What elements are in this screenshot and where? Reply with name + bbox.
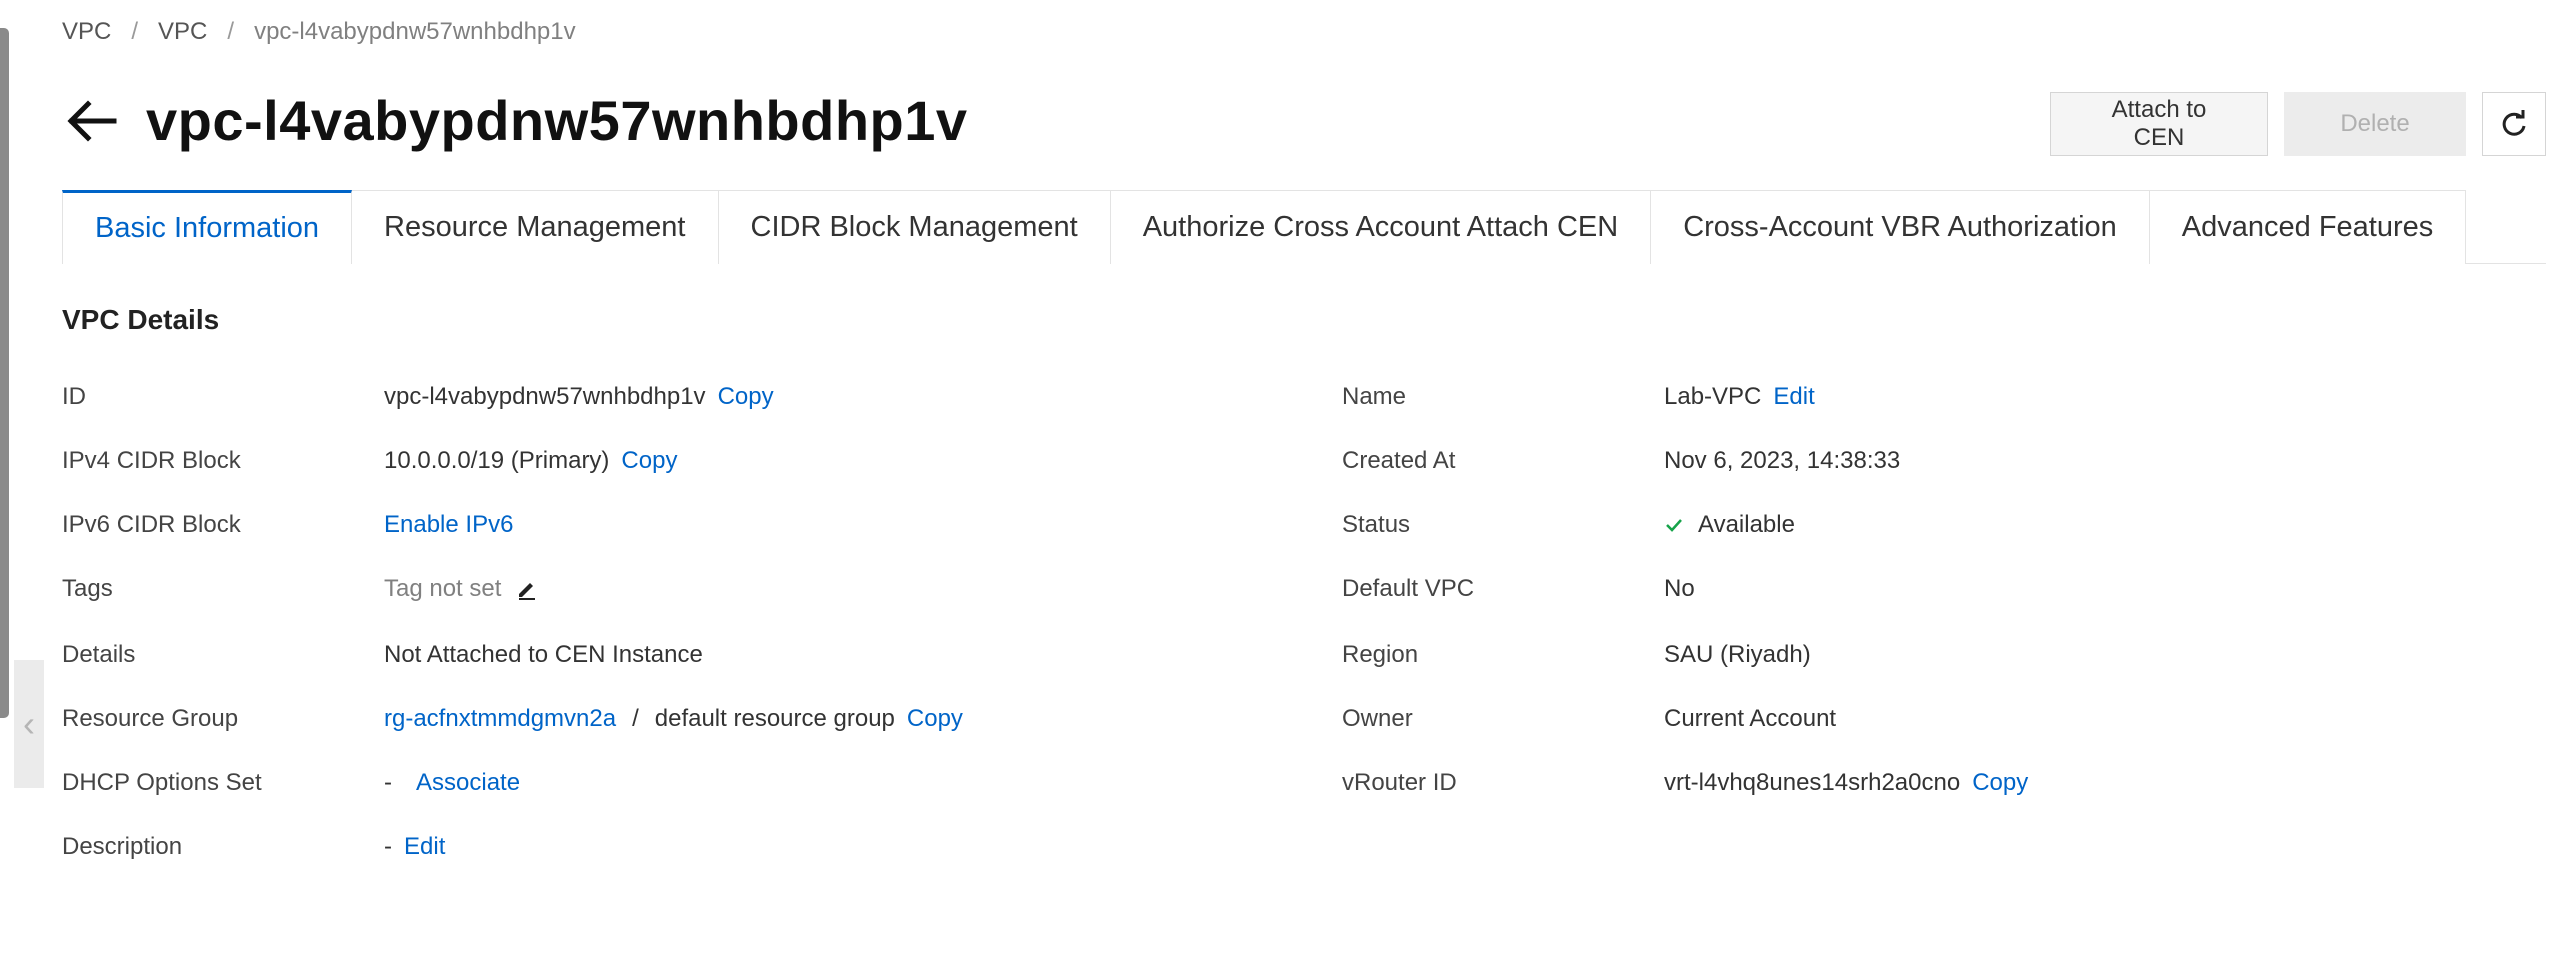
status-value-group: Available bbox=[1664, 511, 1795, 539]
tab-cidr-block-management[interactable]: CIDR Block Management bbox=[717, 190, 1111, 264]
vrouter-id-value: vrt-l4vhq8unes14srh2a0cno bbox=[1664, 769, 1961, 796]
page-title: vpc-l4vabypdnw57wnhbdhp1v bbox=[146, 89, 968, 152]
dhcp-options-value: - bbox=[384, 769, 392, 796]
edit-name-link[interactable]: Edit bbox=[1773, 383, 1814, 411]
delete-button[interactable]: Delete bbox=[2284, 92, 2466, 156]
resource-group-link[interactable]: rg-acfnxtmmdgmvn2a bbox=[384, 705, 616, 733]
collapse-sidebar-button[interactable]: ‹ bbox=[14, 660, 44, 788]
ipv4-cidr-value: 10.0.0.0/19 (Primary) bbox=[384, 447, 610, 474]
owner-value: Current Account bbox=[1664, 705, 1837, 732]
tab-basic-information[interactable]: Basic Information bbox=[62, 190, 353, 265]
copy-vrouter-id-link[interactable]: Copy bbox=[1972, 769, 2028, 797]
id-value-group: vpc-l4vabypdnw57wnhbdhp1v Copy bbox=[384, 383, 774, 411]
breadcrumb-item-current: vpc-l4vabypdnw57wnhbdhp1v bbox=[254, 18, 576, 45]
detail-row: Resource Group rg-acfnxtmmdgmvn2a / defa… bbox=[62, 694, 2522, 744]
dhcp-options-label: DHCP Options Set bbox=[62, 769, 262, 796]
ipv6-cidr-label: IPv6 CIDR Block bbox=[62, 511, 241, 538]
detail-row: DHCP Options Set - Associate vRouter ID … bbox=[62, 758, 2522, 808]
breadcrumb-separator: / bbox=[227, 18, 235, 45]
chevron-left-icon: ‹ bbox=[23, 703, 35, 744]
edit-description-link[interactable]: Edit bbox=[404, 833, 445, 861]
copy-resource-group-link[interactable]: Copy bbox=[907, 705, 963, 733]
breadcrumb-separator: / bbox=[131, 18, 139, 45]
breadcrumb-item-vpc[interactable]: VPC bbox=[158, 18, 207, 46]
section-title: VPC Details bbox=[62, 304, 220, 335]
name-value: Lab-VPC bbox=[1664, 383, 1762, 410]
dhcp-options-value-group: - Associate bbox=[384, 769, 520, 797]
enable-ipv6-link[interactable]: Enable IPv6 bbox=[384, 511, 513, 539]
detail-row: IPv6 CIDR Block Enable IPv6 Status Avail… bbox=[62, 500, 2522, 550]
resource-group-separator: / bbox=[632, 705, 639, 732]
id-label: ID bbox=[62, 383, 86, 410]
detail-row: Description - Edit bbox=[62, 822, 2522, 872]
created-at-label: Created At bbox=[1342, 447, 1456, 474]
tab-bar: Basic Information Resource Management CI… bbox=[62, 190, 2546, 265]
vrouter-id-value-group: vrt-l4vhq8unes14srh2a0cno Copy bbox=[1664, 769, 2028, 797]
ipv6-cidr-value-group: Enable IPv6 bbox=[384, 511, 513, 539]
window-scrollbar[interactable] bbox=[0, 0, 12, 976]
tags-label: Tags bbox=[62, 575, 113, 602]
detail-row: Tags Tag not set Default VPC No bbox=[62, 564, 2522, 614]
default-vpc-value: No bbox=[1664, 575, 1695, 602]
description-label: Description bbox=[62, 833, 183, 860]
scrollbar-thumb[interactable] bbox=[0, 28, 9, 718]
detail-row: Details Not Attached to CEN Instance Reg… bbox=[62, 630, 2522, 680]
tags-value: Tag not set bbox=[384, 575, 502, 602]
vrouter-id-label: vRouter ID bbox=[1342, 769, 1457, 796]
region-value: SAU (Riyadh) bbox=[1664, 641, 1811, 668]
description-value-group: - Edit bbox=[384, 833, 445, 861]
detail-row: IPv4 CIDR Block 10.0.0.0/19 (Primary) Co… bbox=[62, 436, 2522, 486]
breadcrumb: VPC / VPC / vpc-l4vabypdnw57wnhbdhp1v bbox=[62, 18, 576, 46]
tab-cross-account-vbr-authorization[interactable]: Cross-Account VBR Authorization bbox=[1650, 190, 2150, 264]
resource-group-value-group: rg-acfnxtmmdgmvn2a / default resource gr… bbox=[384, 705, 963, 733]
details-value: Not Attached to CEN Instance bbox=[384, 641, 703, 668]
status-value: Available bbox=[1698, 511, 1795, 538]
resource-group-label: Resource Group bbox=[62, 705, 239, 732]
refresh-button[interactable] bbox=[2482, 92, 2546, 156]
copy-ipv4-link[interactable]: Copy bbox=[621, 447, 677, 475]
attach-to-cen-button[interactable]: Attach to CEN bbox=[2050, 92, 2268, 156]
tab-advanced-features[interactable]: Advanced Features bbox=[2148, 190, 2467, 264]
id-value: vpc-l4vabypdnw57wnhbdhp1v bbox=[384, 383, 706, 410]
detail-row: ID vpc-l4vabypdnw57wnhbdhp1v Copy Name L… bbox=[62, 372, 2522, 422]
copy-id-link[interactable]: Copy bbox=[718, 383, 774, 411]
pencil-icon[interactable] bbox=[515, 577, 539, 601]
breadcrumb-item-vpc-root[interactable]: VPC bbox=[62, 18, 111, 46]
name-value-group: Lab-VPC Edit bbox=[1664, 383, 1815, 411]
header-actions: Attach to CEN Delete bbox=[2050, 92, 2546, 156]
refresh-icon bbox=[2502, 110, 2526, 136]
details-label: Details bbox=[62, 641, 136, 668]
tags-value-group: Tag not set bbox=[384, 575, 539, 603]
ipv4-cidr-value-group: 10.0.0.0/19 (Primary) Copy bbox=[384, 447, 677, 475]
associate-link[interactable]: Associate bbox=[416, 769, 520, 797]
owner-label: Owner bbox=[1342, 705, 1413, 732]
tab-authorize-cross-account-attach-cen[interactable]: Authorize Cross Account Attach CEN bbox=[1109, 190, 1652, 264]
resource-group-name: default resource group bbox=[654, 705, 895, 732]
ipv4-cidr-label: IPv4 CIDR Block bbox=[62, 447, 241, 474]
default-vpc-label: Default VPC bbox=[1342, 575, 1475, 602]
name-label: Name bbox=[1342, 383, 1407, 410]
region-label: Region bbox=[1342, 641, 1419, 668]
status-label: Status bbox=[1342, 511, 1411, 538]
page-header: vpc-l4vabypdnw57wnhbdhp1v bbox=[62, 88, 968, 153]
back-arrow-icon[interactable] bbox=[62, 91, 122, 151]
tab-resource-management[interactable]: Resource Management bbox=[351, 190, 719, 264]
created-at-value: Nov 6, 2023, 14:38:33 bbox=[1664, 447, 1901, 474]
check-icon bbox=[1666, 519, 1682, 532]
description-value: - bbox=[384, 833, 392, 860]
